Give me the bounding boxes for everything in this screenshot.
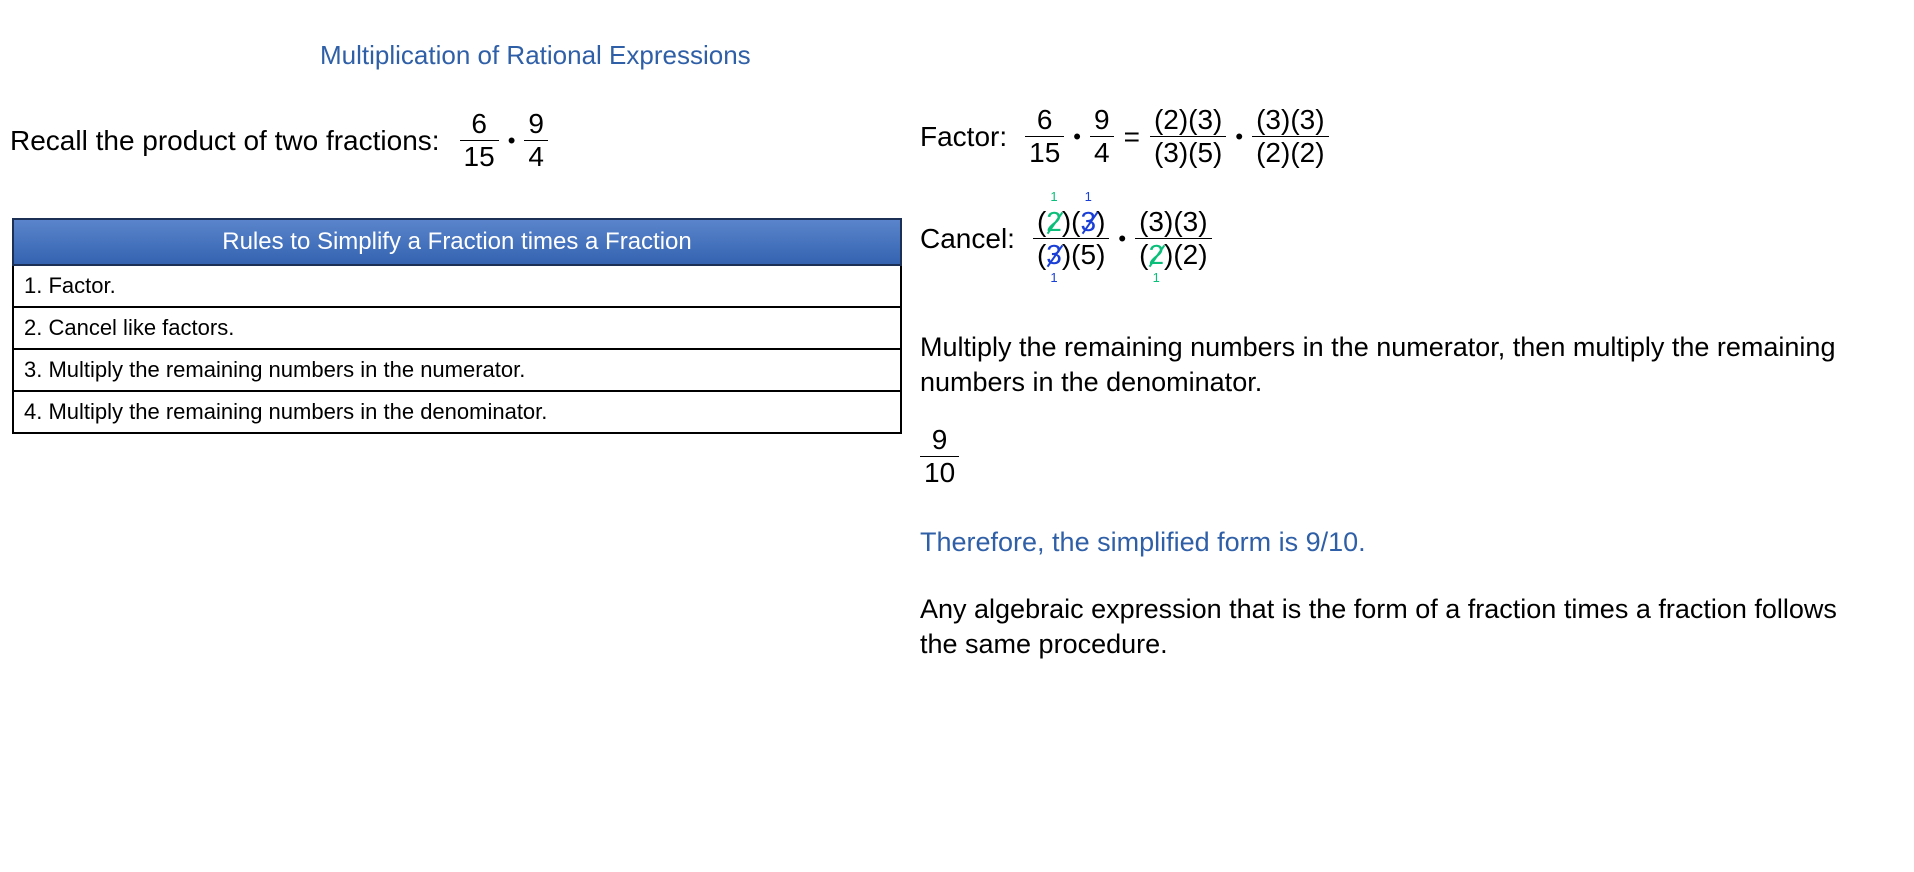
numerator: (3)(3)	[1139, 206, 1208, 237]
cancel-line: Cancel: (21)(31) (31)(5) • (3)(3) (21)(2…	[920, 189, 1218, 286]
conclusion-text: Therefore, the simplified form is 9/10.	[920, 527, 1366, 557]
cancel-label: Cancel:	[920, 222, 1015, 254]
rule-item: 2. Cancel like factors.	[12, 306, 902, 350]
cancel-one-label: 1	[1152, 270, 1160, 286]
numerator: 6	[471, 108, 487, 139]
cancelled-fraction-1: (21)(31) (31)(5)	[1032, 189, 1110, 286]
factored-fraction-1: (2)(3) (3)(5)	[1149, 104, 1227, 169]
multiply-instruction: Multiply the remaining numbers in the nu…	[920, 332, 1836, 398]
recall-label: Recall the product of two fractions:	[10, 124, 440, 156]
denominator: 4	[1094, 137, 1110, 169]
denominator: (3)(5)	[1153, 137, 1223, 169]
rules-table-header: Rules to Simplify a Fraction times a Fra…	[12, 218, 902, 266]
cancel-one-label: 1	[1050, 189, 1058, 204]
multiply-dot: •	[1235, 123, 1244, 149]
numerator: 9	[528, 108, 544, 139]
denominator: (2)(2)	[1256, 137, 1325, 169]
fraction-9-4: 9 4	[524, 108, 548, 173]
multiply-dot: •	[1073, 123, 1081, 149]
cancelled-two: 21	[1046, 189, 1064, 237]
numerator: (2)(3)	[1153, 104, 1223, 135]
rule-item: 3. Multiply the remaining numbers in the…	[12, 348, 902, 392]
factor-label: Factor:	[920, 120, 1008, 152]
page-title: Multiplication of Rational Expressions	[320, 40, 751, 70]
cancel-one-label: 1	[1084, 189, 1092, 204]
cancelled-three: 31	[1046, 239, 1064, 285]
numerator: (21)(31)	[1036, 189, 1106, 237]
fraction-6-15: 6 15	[1025, 104, 1065, 169]
fraction-6-15: 6 15	[459, 108, 499, 173]
rule-item: 1. Factor.	[12, 264, 902, 308]
fraction-9-4: 9 4	[1090, 104, 1114, 169]
numerator: 9	[1094, 104, 1110, 135]
cancel-one-label: 1	[1050, 270, 1058, 286]
denominator: (31)(5)	[1036, 239, 1106, 286]
numerator: 6	[1036, 104, 1053, 135]
denominator: 10	[924, 457, 956, 489]
numerator: (3)(3)	[1256, 104, 1325, 135]
cancelled-two: 21	[1148, 239, 1166, 285]
recall-line: Recall the product of two fractions: 6 1…	[10, 108, 554, 173]
closing-text: Any algebraic expression that is the for…	[920, 594, 1837, 660]
result-fraction: 9 10	[914, 424, 965, 489]
equals-sign: =	[1123, 120, 1140, 152]
cancelled-fraction-2: (3)(3) (21)(2)	[1135, 206, 1212, 286]
factor-line: Factor: 6 15 • 9 4 = (2)(3) (3)(5) • (3)…	[920, 104, 1335, 169]
rule-item: 4. Multiply the remaining numbers in the…	[12, 390, 902, 434]
denominator: 4	[528, 141, 544, 173]
numerator: 9	[931, 424, 948, 455]
rules-table: Rules to Simplify a Fraction times a Fra…	[12, 218, 902, 434]
multiply-dot: •	[1118, 225, 1127, 251]
denominator: 15	[1029, 137, 1061, 169]
multiply-dot: •	[507, 127, 516, 153]
factored-fraction-2: (3)(3) (2)(2)	[1252, 104, 1329, 169]
fraction-9-10: 9 10	[920, 424, 960, 489]
denominator: 15	[463, 141, 495, 173]
denominator: (21)(2)	[1139, 239, 1208, 286]
cancelled-three: 31	[1081, 189, 1098, 237]
